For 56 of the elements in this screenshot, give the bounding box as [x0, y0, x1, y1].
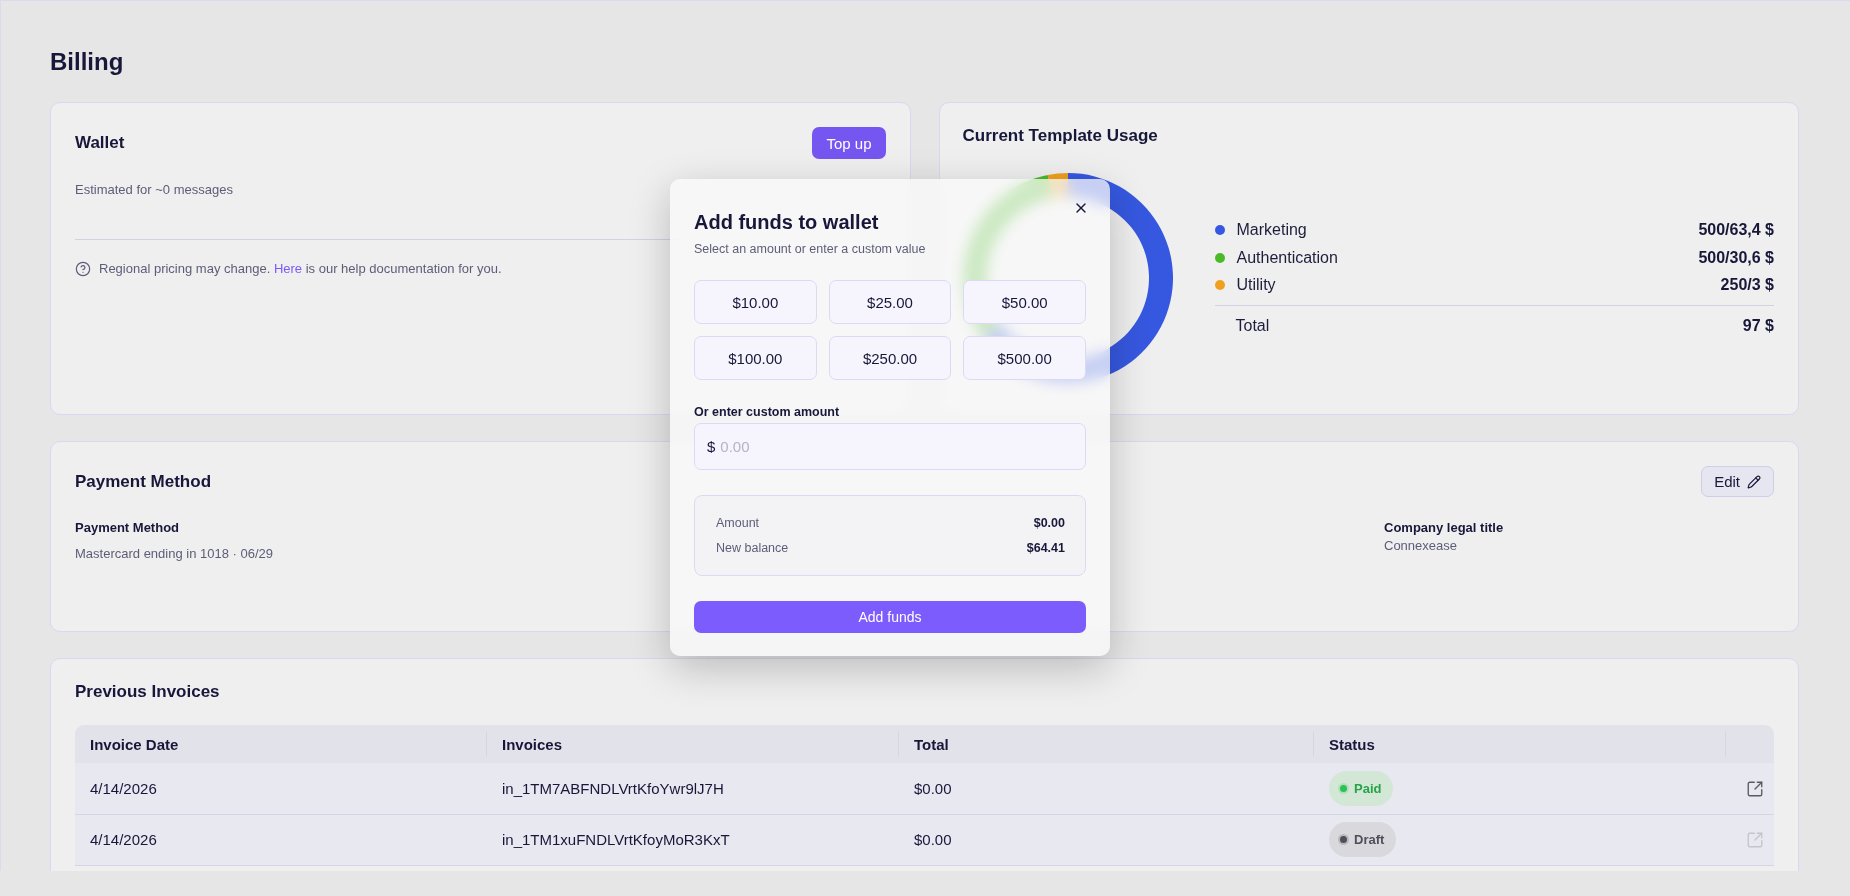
top-up-button[interactable]: Top up: [812, 127, 886, 159]
field-value: Connexease: [1384, 537, 1457, 555]
amount-option[interactable]: $500.00: [963, 336, 1086, 380]
field-value: Mastercard ending in 1018 · 06/29: [75, 545, 273, 563]
table-cell: $0.00: [914, 779, 952, 797]
table-cell: in_1TM7ABFNDLVrtKfoYwr9lJ7H: [502, 779, 724, 797]
add-funds-button[interactable]: Add funds: [694, 601, 1086, 633]
card-title: Current Template Usage: [962, 125, 1158, 147]
field-label: Company legal title: [1384, 520, 1504, 536]
status-badge: Draft: [1329, 822, 1397, 857]
column-header: Invoice Date: [75, 725, 487, 763]
total-value: 97 $: [1742, 317, 1774, 335]
amount-option[interactable]: $10.00: [694, 280, 817, 324]
summary-value: $0.00: [1033, 516, 1065, 530]
estimate-text: Estimated for ~0 messages: [75, 181, 233, 199]
custom-amount-label: Or enter custom amount: [694, 404, 840, 420]
summary-label: New balance: [716, 541, 789, 555]
help-link[interactable]: Here: [273, 261, 303, 276]
help-icon: [75, 261, 91, 277]
dialog-title: Add funds to wallet: [694, 210, 879, 235]
legend-label: Utility: [1236, 276, 1276, 294]
external-link-icon[interactable]: [1746, 779, 1764, 798]
amount-option[interactable]: $250.00: [828, 336, 952, 380]
legend-value: 250/3 $: [1720, 276, 1774, 294]
total-label: Total: [1235, 317, 1270, 335]
amount-option[interactable]: $25.00: [828, 280, 952, 324]
status-dot-icon: [1338, 834, 1349, 845]
table-cell: in_1TM1xuFNDLVrtKfoyMoR3KxT: [502, 831, 730, 848]
legend-value: 500/63,4 $: [1698, 221, 1774, 239]
legend-label: Authentication: [1236, 248, 1338, 267]
table-cell: $0.00: [914, 831, 952, 848]
card-title: Previous Invoices: [75, 681, 220, 703]
amount-option[interactable]: $100.00: [694, 336, 817, 380]
dialog-subtitle: Select an amount or enter a custom value: [694, 241, 926, 257]
summary-value: $64.41: [1026, 541, 1065, 555]
pencil-icon: [1747, 474, 1761, 489]
legend-label: Marketing: [1236, 221, 1307, 239]
card-title: Wallet: [75, 132, 125, 154]
table-cell: 4/14/2026: [90, 831, 157, 848]
card-title: Payment Method: [75, 470, 212, 493]
pricing-notice: Regional pricing may change. Here is our help documentation for you.: [99, 260, 502, 278]
status-dot-icon: [1338, 782, 1349, 794]
status-badge: Paid: [1329, 770, 1394, 806]
column-header: Total: [899, 725, 1314, 763]
field-label: Payment Method: [75, 520, 179, 536]
table-cell: 4/14/2026: [90, 779, 157, 797]
edit-button[interactable]: Edit: [1701, 466, 1774, 497]
column-header: Invoices: [487, 725, 899, 763]
summary-label: Amount: [716, 516, 760, 530]
column-header: Status: [1314, 725, 1726, 763]
amount-input[interactable]: 0.00: [720, 438, 1073, 455]
legend-value: 500/30,6 $: [1698, 248, 1774, 267]
page-title: Billing: [50, 48, 124, 76]
amount-option[interactable]: $50.00: [963, 280, 1086, 324]
currency-symbol: $: [707, 438, 716, 455]
custom-amount-field[interactable]: $ 0.00: [694, 423, 1086, 470]
